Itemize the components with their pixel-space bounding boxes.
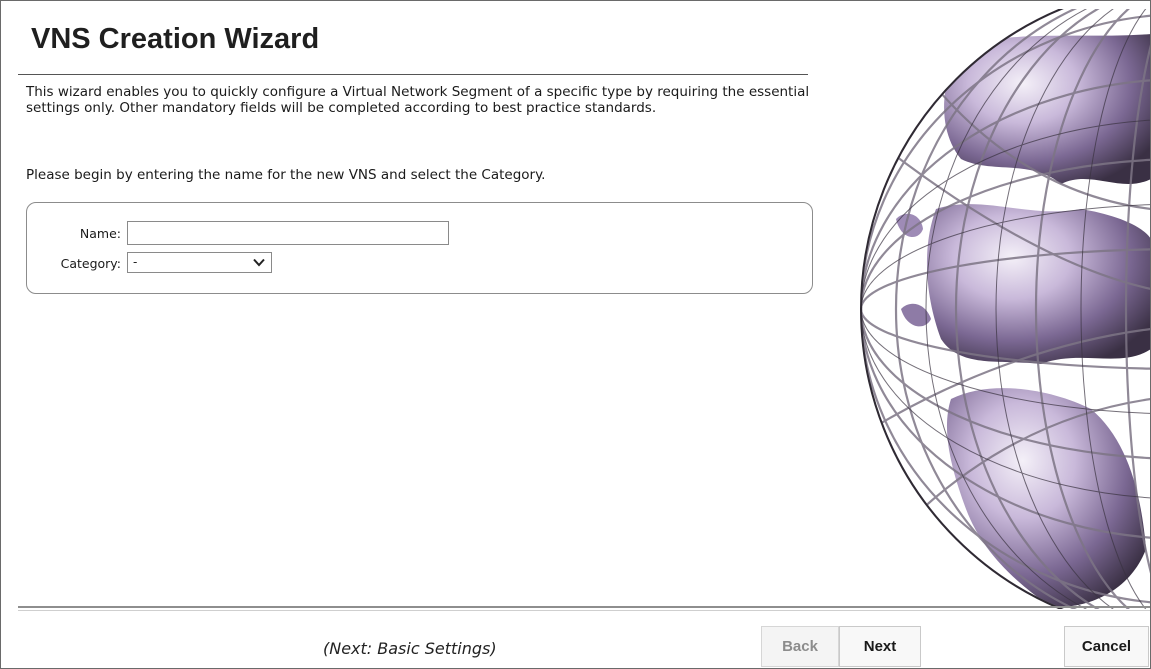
intro-text: This wizard enables you to quickly confi… (26, 84, 810, 116)
name-input[interactable] (127, 221, 449, 245)
footer-divider (18, 606, 1150, 608)
title-divider (18, 74, 808, 75)
name-label: Name: (79, 226, 121, 241)
wizard-window: VNS Creation Wizard This wizard enables … (0, 0, 1151, 669)
cancel-button[interactable]: Cancel (1064, 626, 1149, 667)
category-select[interactable]: - (127, 252, 272, 273)
category-label: Category: (60, 256, 121, 271)
form-group (26, 202, 813, 294)
chevron-down-icon (253, 258, 265, 267)
next-step-hint: (Next: Basic Settings) (323, 639, 497, 658)
globe-image (841, 9, 1150, 609)
next-button[interactable]: Next (839, 626, 921, 667)
instruction-text: Please begin by entering the name for th… (26, 167, 546, 183)
category-selected-value: - (133, 255, 138, 269)
back-button[interactable]: Back (761, 626, 839, 667)
page-title: VNS Creation Wizard (31, 23, 320, 55)
footer-divider-shadow (18, 610, 1150, 611)
